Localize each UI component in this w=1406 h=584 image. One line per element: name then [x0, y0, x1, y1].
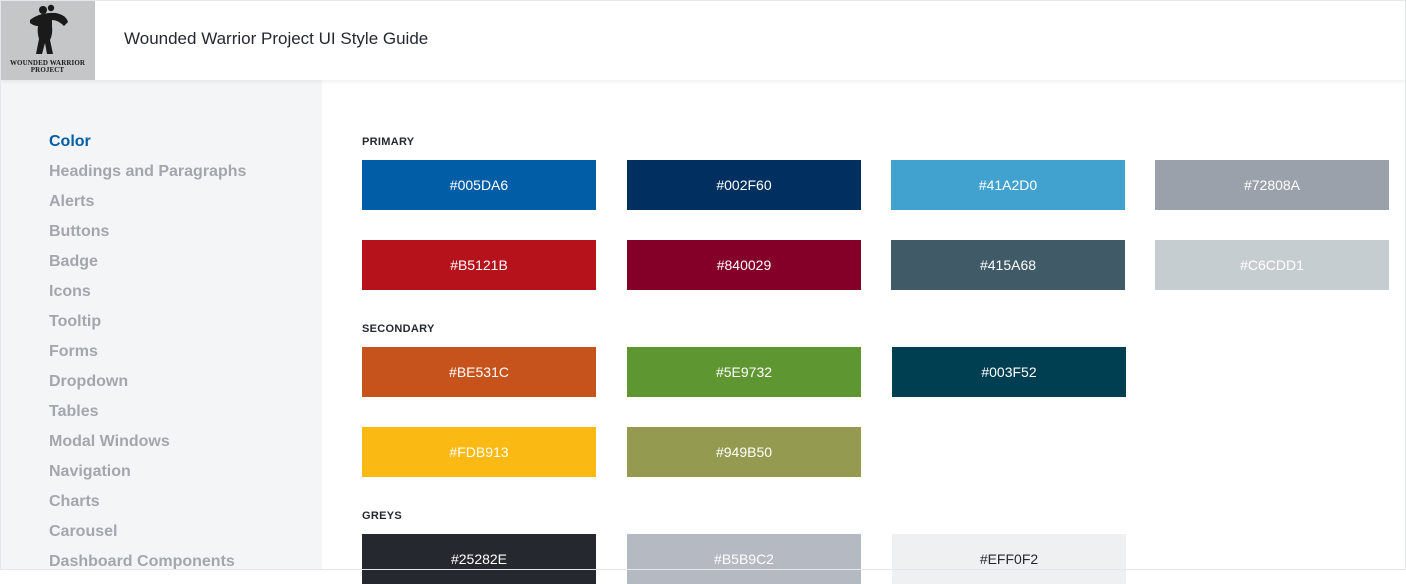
logo-line-2: PROJECT	[30, 66, 65, 74]
color-content: PRIMARY #005DA6 #002F60 #41A2D0 #72808A …	[322, 80, 1406, 584]
swatch-fdb913: #FDB913	[362, 427, 596, 477]
swatch-5e9732: #5E9732	[627, 347, 861, 397]
swatch-840029: #840029	[627, 240, 861, 290]
wwp-logo[interactable]: WOUNDED WARRIOR PROJECT	[0, 0, 95, 80]
swatch-002f60: #002F60	[627, 160, 861, 210]
sidebar-item-headings-and-paragraphs[interactable]: Headings and Paragraphs	[49, 162, 246, 192]
sidebar-item-dropdown[interactable]: Dropdown	[49, 372, 246, 402]
sidebar-item-dashboard-components[interactable]: Dashboard Components	[49, 552, 246, 582]
swatch-003f52: #003F52	[892, 347, 1126, 397]
top-header: WOUNDED WARRIOR PROJECT Wounded Warrior …	[0, 0, 1406, 80]
sidebar-item-charts[interactable]: Charts	[49, 492, 246, 522]
swatch-b5121b: #B5121B	[362, 240, 596, 290]
section-label-primary: PRIMARY	[362, 136, 415, 148]
logo-wordmark: WOUNDED WARRIOR PROJECT	[10, 60, 85, 74]
sidebar-item-carousel[interactable]: Carousel	[49, 522, 246, 552]
sidebar-item-tables[interactable]: Tables	[49, 402, 246, 432]
swatch-415a68: #415A68	[891, 240, 1125, 290]
swatch-72808a: #72808A	[1155, 160, 1389, 210]
sidebar-nav: Color Headings and Paragraphs Alerts But…	[0, 80, 322, 570]
app-title: Wounded Warrior Project UI Style Guide	[124, 29, 429, 48]
section-label-secondary: SECONDARY	[362, 323, 435, 335]
swatch-41a2d0: #41A2D0	[891, 160, 1125, 210]
sidebar-item-forms[interactable]: Forms	[49, 342, 246, 372]
sidebar-item-alerts[interactable]: Alerts	[49, 192, 246, 222]
sidebar-item-navigation[interactable]: Navigation	[49, 462, 246, 492]
section-label-greys: GREYS	[362, 510, 403, 522]
sidebar-item-modal-windows[interactable]: Modal Windows	[49, 432, 246, 462]
swatch-25282e: #25282E	[362, 534, 596, 584]
swatch-b5b9c2: #B5B9C2	[627, 534, 861, 584]
sidebar-item-color[interactable]: Color	[49, 132, 246, 162]
soldier-carrying-icon	[30, 4, 68, 54]
sidebar-item-icons[interactable]: Icons	[49, 282, 246, 312]
swatch-c6cdd1: #C6CDD1	[1155, 240, 1389, 290]
swatch-eff0f2: #EFF0F2	[892, 534, 1126, 584]
sidebar-item-tooltip[interactable]: Tooltip	[49, 312, 246, 342]
sidebar-item-buttons[interactable]: Buttons	[49, 222, 246, 252]
sidebar-menu: Color Headings and Paragraphs Alerts But…	[49, 132, 246, 582]
swatch-be531c: #BE531C	[362, 347, 596, 397]
swatch-949b50: #949B50	[627, 427, 861, 477]
sidebar-item-badge[interactable]: Badge	[49, 252, 246, 282]
swatch-005da6: #005DA6	[362, 160, 596, 210]
